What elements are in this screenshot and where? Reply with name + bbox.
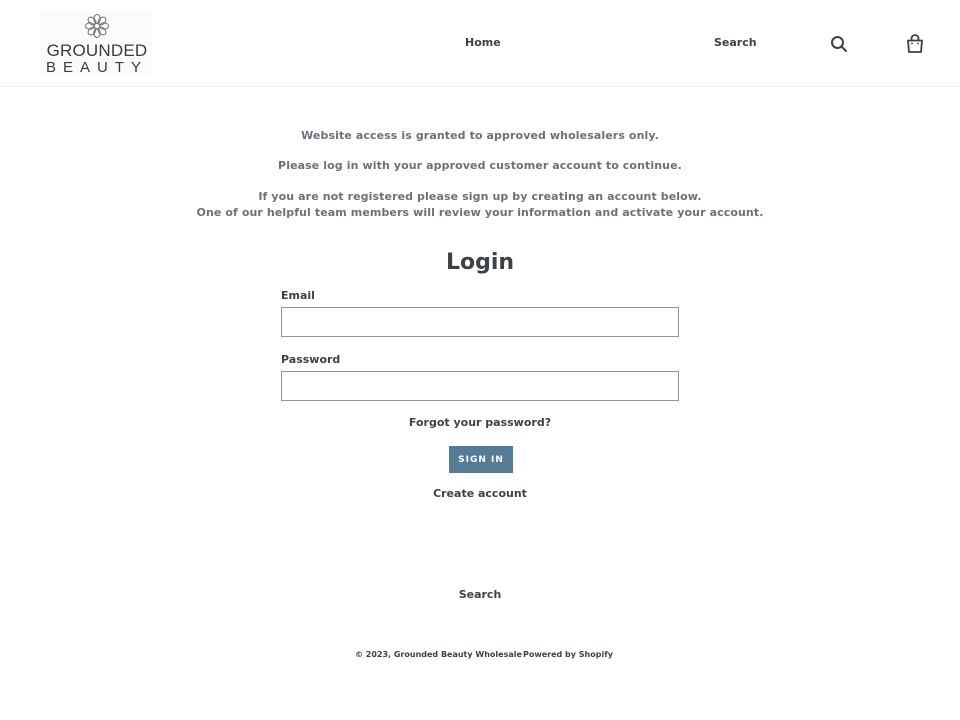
footer-search-row: Search [0,588,960,601]
cart-icon[interactable] [906,34,924,53]
forgot-password-row: Forgot your password? [0,416,960,429]
copyright-text: © 2023, Grounded Beauty Wholesale [355,650,522,659]
notice-line-1: Website access is granted to approved wh… [301,129,659,142]
notice-line-2: Please log in with your approved custome… [278,159,682,172]
notice-line-4: One of our helpful team members will rev… [196,206,764,219]
notice-line-3: If you are not registered please sign up… [258,190,702,203]
page-title: Login [445,250,515,275]
powered-by-link[interactable]: Powered by Shopify [523,650,613,659]
nav-home-link[interactable]: Home [465,36,501,49]
forgot-password-link[interactable]: Forgot your password? [409,416,551,429]
logo-wordmark-top: GROUNDED [47,41,148,60]
password-label: Password [281,353,341,366]
flower-logo-icon: GROUNDED BEAUTY [46,14,148,75]
sign-in-button[interactable]: Sign In [449,446,513,473]
site-header: GROUNDED BEAUTY Home Search [0,0,960,87]
email-field[interactable] [281,307,679,337]
site-logo[interactable]: GROUNDED BEAUTY [40,11,152,75]
nav-search-link[interactable]: Search [714,36,757,49]
search-icon[interactable] [830,35,848,53]
logo-wordmark-bottom: BEAUTY [46,59,148,75]
create-account-link[interactable]: Create account [433,487,527,500]
email-label: Email [281,289,315,302]
password-field[interactable] [281,371,679,401]
footer-search-link[interactable]: Search [459,588,502,601]
create-account-row: Create account [0,487,960,500]
